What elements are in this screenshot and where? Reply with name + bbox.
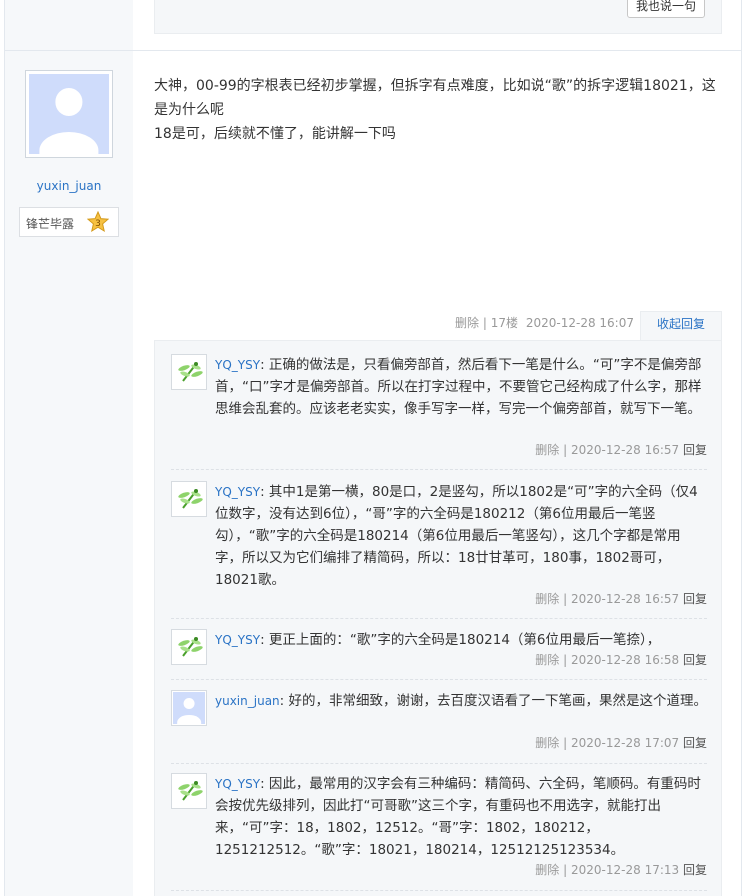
post-separator bbox=[5, 50, 742, 51]
reply-delete-link[interactable]: 删除 bbox=[535, 592, 559, 606]
level-badge[interactable]: 锋芒毕露 3 bbox=[19, 207, 119, 237]
dragonfly-icon bbox=[178, 489, 203, 509]
reply-avatar[interactable] bbox=[171, 481, 207, 517]
reply-avatar[interactable] bbox=[171, 773, 207, 809]
reply-text: YQ_YSY: 其中1是第一横，80是口，2是竖勾，所以1802是“可”字的六全… bbox=[215, 484, 698, 588]
default-avatar-icon bbox=[173, 692, 205, 724]
reply-meta: 删除 | 2020-12-28 17:13 回复 bbox=[535, 863, 707, 877]
reply-username[interactable]: YQ_YSY bbox=[215, 777, 260, 791]
author-avatar[interactable] bbox=[25, 70, 113, 158]
badge-level: 3 bbox=[95, 219, 101, 229]
post-time: 2020-12-28 16:07 bbox=[525, 316, 634, 330]
dragonfly-icon bbox=[178, 781, 203, 801]
reply-delete-link[interactable]: 删除 bbox=[535, 736, 559, 750]
reply-delete-link[interactable]: 删除 bbox=[535, 653, 559, 667]
reply-text: YQ_YSY: 正确的做法是，只看偏旁部首，然后看下一笔是什么。“可”字不是偏旁… bbox=[215, 357, 702, 417]
reply-avatar[interactable] bbox=[171, 354, 207, 390]
reply-list: YQ_YSY: 正确的做法是，只看偏旁部首，然后看下一笔是什么。“可”字不是偏旁… bbox=[154, 340, 722, 896]
reply-button[interactable]: 回复 bbox=[683, 863, 707, 877]
collapse-replies-button[interactable]: 收起回复 bbox=[640, 311, 722, 341]
reply-username[interactable]: YQ_YSY bbox=[215, 358, 260, 372]
reply-divider bbox=[171, 763, 707, 764]
reply-text: YQ_YSY: 更正上面的：“歌”字的六全码是180214（第6位用最后一笔捺）… bbox=[215, 632, 661, 648]
reply-meta: 删除 | 2020-12-28 16:57 回复 bbox=[535, 443, 707, 457]
reply-text: YQ_YSY: 因此，最常用的汉字会有三种编码：精简码、六全码，笔顺码。有重码时… bbox=[215, 776, 701, 858]
reply-divider bbox=[171, 618, 707, 619]
post-meta: 删除 | 17楼 2020-12-28 16:07 bbox=[455, 314, 634, 331]
reply-avatar[interactable] bbox=[171, 629, 207, 665]
post-floor: 17楼 bbox=[490, 316, 519, 330]
reply-divider bbox=[171, 469, 707, 470]
badge-label: 锋芒毕露 bbox=[26, 217, 75, 231]
reply-delete-link[interactable]: 删除 bbox=[535, 443, 559, 457]
reply-button[interactable]: 回复 bbox=[683, 592, 707, 606]
default-avatar-icon bbox=[29, 74, 109, 154]
reply-button[interactable]: 回复 bbox=[683, 653, 707, 667]
reply-username[interactable]: yuxin_juan bbox=[215, 694, 280, 708]
reply-meta: 删除 | 2020-12-28 16:57 回复 bbox=[535, 592, 707, 606]
author-name[interactable]: yuxin_juan bbox=[5, 179, 133, 193]
reply-button[interactable]: 回复 bbox=[683, 443, 707, 457]
reply-meta: 删除 | 2020-12-28 16:58 回复 bbox=[535, 653, 707, 667]
reply-text: yuxin_juan: 好的，非常细致，谢谢，去百度汉语看了一下笔画，果然是这个… bbox=[215, 693, 707, 709]
dragonfly-icon bbox=[178, 637, 203, 657]
previous-reply-box: 我也说一句 bbox=[154, 0, 722, 34]
reply-divider bbox=[171, 890, 707, 891]
reply-meta: 删除 | 2020-12-28 17:07 回复 bbox=[535, 736, 707, 750]
dragonfly-icon bbox=[178, 362, 203, 382]
post-line-1: 大神，00-99的字根表已经初步掌握，但拆字有点难度，比如说“歌”的拆字逻辑18… bbox=[154, 78, 716, 118]
star-level-icon: 3 bbox=[87, 211, 109, 233]
say-something-button[interactable]: 我也说一句 bbox=[626, 0, 705, 18]
post-content: 大神，00-99的字根表已经初步掌握，但拆字有点难度，比如说“歌”的拆字逻辑18… bbox=[154, 74, 722, 146]
reply-avatar[interactable] bbox=[171, 690, 207, 726]
reply-username[interactable]: YQ_YSY bbox=[215, 633, 260, 647]
reply-username[interactable]: YQ_YSY bbox=[215, 485, 260, 499]
meta-separator: | bbox=[482, 316, 487, 330]
reply-delete-link[interactable]: 删除 bbox=[535, 863, 559, 877]
post-delete-link[interactable]: 删除 bbox=[455, 316, 479, 330]
post-line-2: 18是可，后续就不懂了，能讲解一下吗 bbox=[154, 126, 396, 142]
reply-button[interactable]: 回复 bbox=[683, 736, 707, 750]
reply-divider bbox=[171, 679, 707, 680]
